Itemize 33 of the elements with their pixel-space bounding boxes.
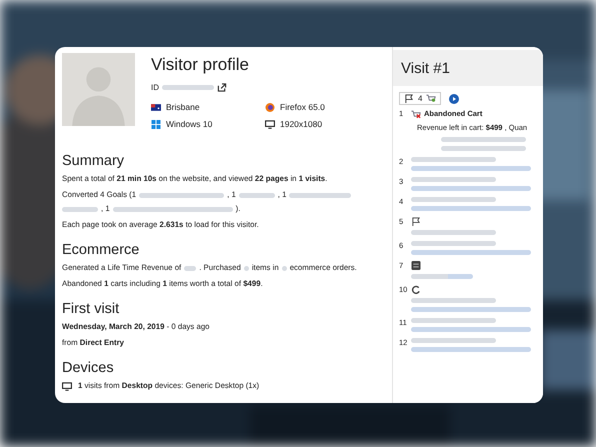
redacted-text: [244, 266, 249, 270]
section-heading: Ecommerce: [62, 242, 140, 258]
section-heading: First visit: [62, 301, 120, 317]
form-icon: [411, 261, 421, 270]
redacted-text: [282, 266, 287, 270]
windows-icon: [151, 120, 161, 128]
redacted-text: [238, 192, 275, 198]
monitor-icon: [62, 382, 72, 390]
flag-icon: [151, 102, 161, 112]
redacted-text: [289, 192, 352, 198]
section-heading: Devices: [62, 360, 115, 376]
section-heading: Summary: [62, 153, 126, 169]
redacted-text: [62, 206, 98, 212]
flag-icon: [404, 94, 414, 103]
monitor-icon: [265, 120, 275, 128]
goal-counter[interactable]: 4: [399, 92, 442, 105]
flag-icon: [411, 217, 421, 226]
browser: Firefox 65.0: [280, 102, 325, 112]
profile-title: Visitor profile: [151, 55, 250, 75]
id-label: ID: [151, 83, 159, 92]
redacted-text: [411, 274, 473, 279]
redacted-text: [184, 266, 196, 270]
browser-icon: [265, 102, 275, 112]
location: Brisbane: [166, 102, 200, 112]
resolution: 1920x1080: [280, 119, 322, 129]
redacted-text: [162, 85, 214, 90]
play-icon[interactable]: [449, 94, 460, 104]
visit-title: Visit #1: [401, 60, 450, 76]
operating-system: Windows 10: [166, 119, 212, 129]
share-icon[interactable]: [217, 83, 227, 92]
cart-icon: [426, 94, 436, 103]
cart-icon: [411, 110, 421, 118]
refresh-icon: [411, 285, 422, 294]
